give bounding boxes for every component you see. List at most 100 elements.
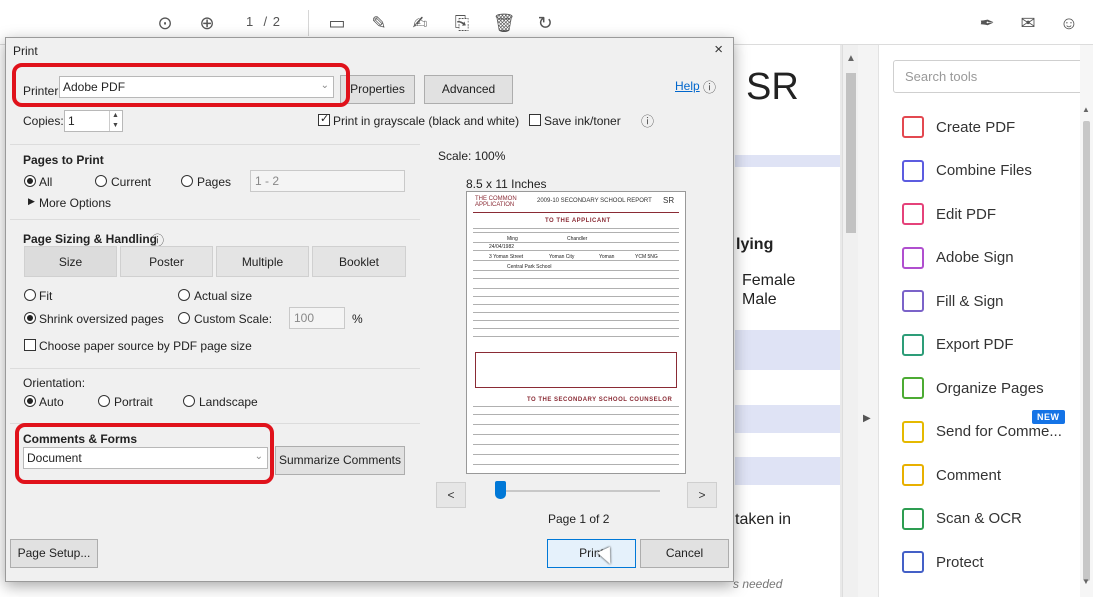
expand-triangle-icon[interactable]: ▶: [28, 196, 35, 207]
doc-text-male: Male: [742, 291, 777, 308]
paper-source-checkbox[interactable]: [24, 339, 36, 351]
orientation-portrait-radio[interactable]: [98, 395, 110, 407]
scroll-up-icon[interactable]: ▲: [843, 53, 859, 64]
scroll-down-icon[interactable]: ▼: [1082, 577, 1090, 586]
scrollbar-thumb[interactable]: [1083, 121, 1090, 581]
cancel-button[interactable]: Cancel: [640, 539, 729, 568]
save-ink-checkbox[interactable]: [529, 114, 541, 126]
preview-line: [473, 312, 679, 313]
more-options-toggle[interactable]: More Options: [39, 196, 111, 210]
tool-label: Combine Files: [936, 162, 1032, 179]
save-ink-label: Save ink/toner: [544, 114, 621, 128]
advanced-button[interactable]: Advanced: [424, 75, 513, 104]
shrink-label: Shrink oversized pages: [39, 312, 164, 326]
doc-band: [735, 457, 840, 485]
preview-slider-thumb[interactable]: [495, 481, 507, 499]
preview-section-counselor: TO THE SECONDARY SCHOOL COUNSELOR: [527, 397, 673, 403]
copies-value: 1: [68, 114, 75, 128]
doc-band: [735, 155, 840, 167]
pages-range-input[interactable]: 1 - 2: [250, 170, 405, 192]
comments-forms-highlight: [15, 423, 274, 484]
close-icon[interactable]: ×: [714, 41, 723, 58]
tool-item[interactable]: Protect: [902, 547, 1082, 577]
preview-doc-title: 2009-10 SECONDARY SCHOOL REPORT: [537, 198, 652, 204]
preview-prev-button[interactable]: <: [436, 482, 466, 508]
pages-current-radio[interactable]: [95, 175, 107, 187]
expand-panel-icon[interactable]: ▶: [863, 413, 871, 424]
tool-item[interactable]: Scan & OCR: [902, 504, 1082, 534]
tool-label: Send for Comme...: [936, 423, 1062, 440]
grayscale-label: Print in grayscale (black and white): [333, 114, 520, 128]
tab-booklet[interactable]: Booklet: [312, 246, 406, 277]
properties-button[interactable]: Properties: [340, 75, 415, 104]
preview-next-button[interactable]: >: [687, 482, 717, 508]
print-button[interactable]: Print: [547, 539, 636, 568]
stepper-arrows-icon[interactable]: ▲ ▼: [109, 111, 121, 131]
page-up-icon[interactable]: ⊙: [153, 11, 177, 35]
info-icon: ⓘ: [641, 114, 655, 129]
sign-icon[interactable]: ✍: [408, 11, 432, 35]
document-scrollbar[interactable]: ▲: [842, 45, 858, 597]
preview-line: [473, 304, 679, 305]
custom-scale-radio[interactable]: [178, 312, 190, 324]
tool-item[interactable]: Create PDF: [902, 112, 1082, 142]
logo-line-2: APPLICATION: [475, 202, 515, 208]
shrink-radio[interactable]: [24, 312, 36, 324]
stamp-icon[interactable]: ⎘: [450, 11, 474, 35]
fit-label: Fit: [39, 289, 53, 303]
copies-label: Copies:: [23, 114, 64, 128]
section-divider: [10, 219, 420, 220]
tool-item[interactable]: Combine Files: [902, 156, 1082, 186]
sign-request-icon[interactable]: ✒: [975, 11, 999, 35]
orientation-landscape-radio[interactable]: [183, 395, 195, 407]
tab-size[interactable]: Size: [24, 246, 117, 277]
orientation-auto-radio[interactable]: [24, 395, 36, 407]
preview-slider-track[interactable]: [495, 490, 660, 492]
tab-multiple[interactable]: Multiple: [216, 246, 309, 277]
percent-label: %: [352, 312, 363, 326]
fit-radio[interactable]: [24, 289, 36, 301]
preview-page-indicator: Page 1 of 2: [548, 512, 610, 526]
orientation-heading: Orientation:: [23, 376, 86, 390]
help-link[interactable]: Help: [675, 79, 700, 93]
scroll-up-icon[interactable]: ▲: [1082, 105, 1090, 114]
orientation-portrait-label: Portrait: [114, 395, 153, 409]
preview-line: [473, 434, 679, 435]
page-setup-button[interactable]: Page Setup...: [10, 539, 98, 568]
tool-item[interactable]: Fill & Sign: [902, 286, 1082, 316]
copies-stepper[interactable]: 1 ▲ ▼: [64, 110, 123, 132]
pages-range-radio[interactable]: [181, 175, 193, 187]
highlight-pen-icon[interactable]: ✎: [367, 11, 391, 35]
toolbar-separator: [308, 10, 309, 36]
comment-icon[interactable]: ▭: [325, 11, 349, 35]
tool-item[interactable]: Organize Pages: [902, 373, 1082, 403]
tool-item[interactable]: Adobe Sign: [902, 243, 1082, 273]
summarize-comments-button[interactable]: Summarize Comments: [275, 446, 405, 475]
tool-item[interactable]: Comment: [902, 460, 1082, 490]
grayscale-checkbox[interactable]: [318, 112, 330, 126]
tool-item[interactable]: Edit PDF: [902, 199, 1082, 229]
preview-line: [473, 228, 679, 229]
page-current[interactable]: 1: [246, 14, 254, 29]
delete-icon[interactable]: 🗑: [492, 11, 516, 35]
page-down-icon[interactable]: ⊕: [195, 11, 219, 35]
dialog-title: Print: [13, 44, 38, 58]
custom-scale-input[interactable]: 100: [289, 307, 345, 329]
preview-line: [473, 296, 679, 297]
scrollbar-thumb[interactable]: [846, 73, 856, 233]
search-tools-input[interactable]: Search tools: [893, 60, 1083, 93]
tool-icon: [902, 159, 924, 182]
account-icon[interactable]: ☺: [1057, 11, 1081, 35]
pages-all-radio[interactable]: [24, 175, 36, 187]
actual-size-radio[interactable]: [178, 289, 190, 301]
tool-label: Edit PDF: [936, 205, 997, 223]
tool-label: Protect: [936, 553, 984, 571]
preview-line: [473, 288, 679, 289]
help-icon[interactable]: ⓘ: [703, 77, 716, 96]
tool-item[interactable]: Export PDF: [902, 330, 1082, 360]
tool-icon: [902, 420, 924, 443]
tools-scrollbar[interactable]: ▲ ▼: [1080, 45, 1093, 597]
rotate-icon[interactable]: ↻: [533, 11, 557, 35]
tab-poster[interactable]: Poster: [120, 246, 213, 277]
mail-icon[interactable]: ✉: [1016, 11, 1040, 35]
